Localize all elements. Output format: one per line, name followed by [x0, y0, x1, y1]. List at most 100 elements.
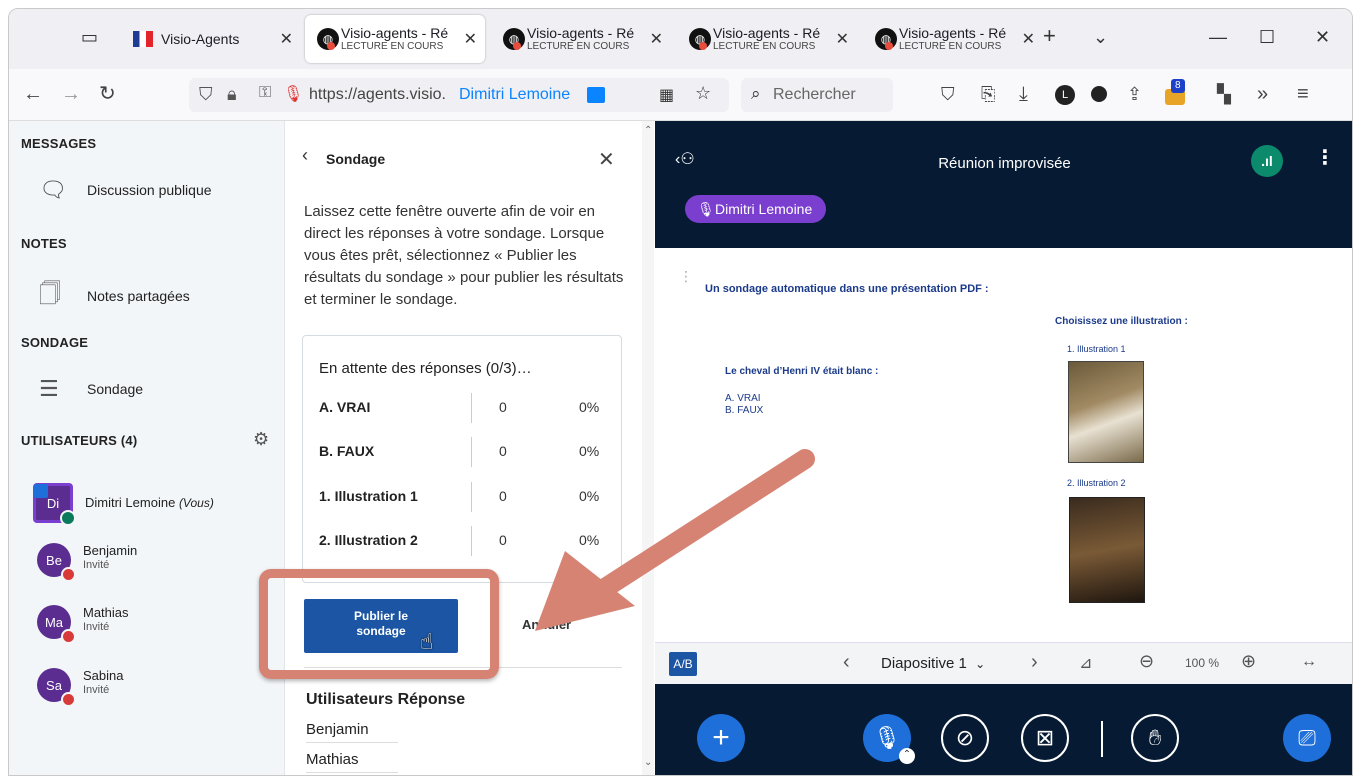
list-icon: ☰: [39, 376, 59, 401]
back-chevron-icon[interactable]: ‹: [302, 145, 308, 166]
close-tab-icon[interactable]: ✕: [1022, 29, 1035, 49]
tab-visio-agents-live-3[interactable]: ◍ Visio-agents - Ré LECTURE EN COURS ✕: [677, 15, 857, 63]
tab-strip: ▭ Visio-Agents ✕ ◍ Visio-agents - Ré LECT…: [9, 9, 1352, 69]
reload-icon[interactable]: ↻: [99, 83, 116, 105]
close-tab-icon[interactable]: ✕: [650, 29, 663, 49]
close-tab-icon[interactable]: ✕: [836, 29, 849, 49]
left-sidebar: MESSAGES 🗨︎ Discussion publique NOTES 🗍 …: [9, 121, 285, 775]
camera-off-icon: ⊘: [955, 725, 975, 750]
menu-icon[interactable]: ≡: [1297, 83, 1309, 105]
chevron-up-icon[interactable]: ⌃: [899, 748, 915, 764]
avatar: Ma: [37, 605, 76, 644]
zoom-in-icon[interactable]: ⊕: [1241, 651, 1256, 672]
url-text: https://agents.visio.: [309, 86, 446, 103]
sidebar-item-shared-notes[interactable]: 🗍 Notes partagées: [39, 277, 190, 315]
divider: [1101, 721, 1103, 757]
avatar: Sa: [37, 668, 76, 707]
users-heading: UTILISATEURS (4): [21, 433, 138, 448]
lock-icon: 🔒︎: [227, 84, 237, 104]
raise-hand-button[interactable]: ✋︎: [1131, 714, 1179, 762]
list-item: Mathias: [306, 747, 398, 773]
publish-poll-button[interactable]: Publier le sondage: [304, 599, 458, 653]
share-icon[interactable]: ⇪: [1127, 83, 1142, 105]
flag-icon: [133, 31, 153, 47]
quick-poll-button[interactable]: A/B: [669, 652, 697, 676]
bookmark-star-icon[interactable]: ☆: [695, 83, 711, 104]
screenshare-button[interactable]: ⊠: [1021, 714, 1069, 762]
account-icon[interactable]: L: [1055, 85, 1075, 105]
previous-slide-icon[interactable]: ‹: [843, 651, 850, 674]
overflow-icon[interactable]: »: [1257, 83, 1268, 105]
url-bar[interactable]: ⛉ 🔒︎ ⚿ 🎙︎ https://agents.visio. Dimitri …: [189, 78, 729, 112]
more-options-icon[interactable]: ⋮: [1315, 145, 1335, 170]
gear-icon[interactable]: ⚙: [253, 429, 269, 450]
poll-heading: SONDAGE: [21, 335, 89, 350]
back-icon[interactable]: ←: [23, 83, 43, 105]
tab-visio-agents-live-2[interactable]: ◍ Visio-agents - Ré LECTURE EN COURS ✕: [491, 15, 671, 63]
connection-status-icon[interactable]: .ıl: [1251, 145, 1283, 177]
chevron-down-icon[interactable]: ⌄: [1093, 27, 1108, 48]
list-item: Benjamin: [306, 717, 398, 743]
actions-button[interactable]: +: [697, 714, 745, 762]
presentation-button[interactable]: ⎚: [1283, 714, 1331, 762]
close-tab-icon[interactable]: ✕: [464, 29, 477, 49]
maximize-icon[interactable]: ☐: [1259, 27, 1275, 48]
user-item[interactable]: Be Benjamin Invité: [37, 543, 137, 582]
slide-selector[interactable]: Diapositive 1 ⌄: [881, 655, 985, 672]
sidebar-item-public-chat[interactable]: 🗨︎ Discussion publique: [39, 177, 212, 203]
slide-illus1-label: 1. Illustration 1: [1067, 344, 1126, 354]
fit-width-icon[interactable]: ↔: [1301, 653, 1317, 671]
poll-title: Sondage: [326, 151, 386, 167]
tab-visio-agents-live-1[interactable]: ◍ Visio-agents - Ré LECTURE EN COURS ✕: [305, 15, 485, 63]
search-input[interactable]: ⌕ Rechercher: [741, 78, 893, 112]
muted-mic-icon: [61, 629, 76, 644]
camera-button[interactable]: ⊘: [941, 714, 989, 762]
apps-grid-icon[interactable]: ▚: [1217, 83, 1231, 105]
pocket-icon[interactable]: ⛉: [941, 83, 955, 105]
arrow-annotation: [535, 449, 815, 631]
close-tab-icon[interactable]: ✕: [280, 29, 293, 49]
tab-visio-agents-live-4[interactable]: ◍ Visio-agents - Ré LECTURE EN COURS ✕: [863, 15, 1043, 63]
tab-list-icon[interactable]: ▭: [81, 27, 98, 48]
sidebar-item-poll[interactable]: ☰ Sondage: [39, 376, 143, 402]
slide-illus-heading: Choisissez une illustration :: [1055, 316, 1188, 327]
close-window-icon[interactable]: ✕: [1315, 27, 1330, 48]
microphone-icon: 🎙︎: [283, 86, 304, 103]
meeting-area: ‹⚇ Réunion improvisée .ıl ⋮ 🎙︎ Dimitri L…: [535, 121, 1352, 775]
drag-handle-icon[interactable]: ⋮: [679, 268, 693, 285]
illustration-2-image: [1069, 497, 1145, 603]
new-tab-icon[interactable]: +: [1043, 23, 1056, 49]
user-item[interactable]: Di Dimitri Lemoine (Vous): [33, 483, 214, 526]
close-icon[interactable]: ✕: [598, 147, 615, 172]
user-item[interactable]: Sa Sabina Invité: [37, 668, 123, 707]
user-item[interactable]: Ma Mathias Invité: [37, 605, 129, 644]
qr-code-icon[interactable]: ▦: [659, 85, 674, 105]
minimize-icon[interactable]: —: [1209, 27, 1227, 48]
messages-heading: MESSAGES: [21, 136, 97, 151]
permissions-icon: ⚿: [259, 84, 272, 101]
microphone-button[interactable]: 🎙︎ ⌃: [863, 714, 915, 764]
microphone-icon: [60, 510, 76, 526]
extension-badge-icon[interactable]: 8: [1165, 79, 1191, 107]
slide-heading: Un sondage automatique dans une présenta…: [705, 283, 989, 295]
url-user: Dimitri Lemoine: [459, 86, 571, 103]
presenter-badge: 🎙︎ Dimitri Lemoine: [685, 195, 827, 223]
notes-icon: 🗍: [39, 281, 61, 306]
next-slide-icon[interactable]: ›: [1031, 651, 1038, 674]
muted-mic-icon: [61, 567, 76, 582]
whiteboard-icon[interactable]: ⊿: [1079, 653, 1092, 673]
avatar: Di: [33, 483, 76, 526]
responses-header: Utilisateurs Réponse: [306, 691, 466, 708]
divider: [304, 667, 622, 668]
extension-dot-icon[interactable]: [1091, 86, 1107, 102]
globe-icon: ◍: [875, 28, 897, 50]
zoom-out-icon[interactable]: ⊖: [1139, 651, 1154, 672]
forward-icon[interactable]: →: [61, 83, 81, 105]
search-icon: ⌕: [751, 84, 761, 103]
slide-question: Le cheval d’Henri IV était blanc :: [725, 366, 879, 377]
globe-icon: ◍: [503, 28, 525, 50]
folder-icon[interactable]: ⎘: [981, 83, 995, 105]
tab-visio-agents[interactable]: Visio-Agents ✕: [121, 15, 301, 63]
notes-heading: NOTES: [21, 236, 67, 251]
download-icon[interactable]: ⤓: [1019, 83, 1028, 105]
